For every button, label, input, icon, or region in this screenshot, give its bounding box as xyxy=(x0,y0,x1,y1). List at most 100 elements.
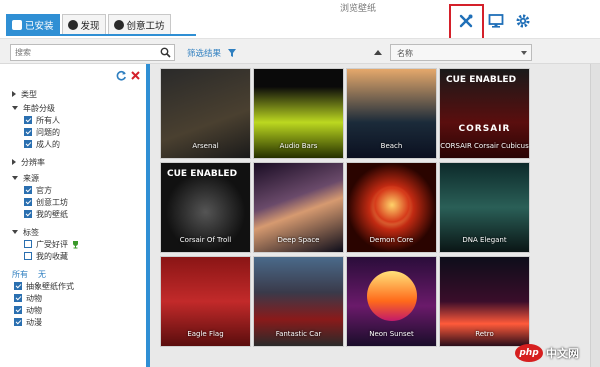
tab-discover-label: 发现 xyxy=(80,20,100,32)
checkbox[interactable] xyxy=(24,210,32,218)
checkbox[interactable] xyxy=(24,186,32,194)
caret-down-icon xyxy=(12,176,18,180)
filter-option[interactable]: 成人的 xyxy=(12,138,142,150)
filter-group-source[interactable]: 来源 xyxy=(12,172,142,184)
filter-group-label: 分辨率 xyxy=(21,157,45,167)
filter-group-age-rating[interactable]: 年龄分级 xyxy=(12,102,142,114)
wallpaper-grid: Arsenal Audio Bars Beach CUE ENABLED CORSAIR… xyxy=(160,68,530,347)
filter-option-label: 动物 xyxy=(26,293,42,303)
wallpaper-tile[interactable]: Audio Bars xyxy=(253,68,344,159)
wallpaper-tile[interactable]: Arsenal xyxy=(160,68,251,159)
grid-scrollbar[interactable] xyxy=(590,64,600,367)
tab-workshop-label: 创意工坊 xyxy=(126,20,165,32)
watermark: php 中文网 xyxy=(515,344,579,362)
filter-label: 筛选结果 xyxy=(187,49,222,59)
filter-option-label: 动漫 xyxy=(26,317,42,327)
brand-text: CORSAIR xyxy=(458,124,511,134)
checkbox[interactable] xyxy=(14,306,22,314)
tab-underline xyxy=(6,34,196,36)
checkbox[interactable] xyxy=(24,140,32,148)
sunset-graphic xyxy=(367,271,417,321)
checkbox[interactable] xyxy=(24,252,32,260)
checkbox[interactable] xyxy=(24,198,32,206)
filter-option-label: 抽象壁纸作式 xyxy=(26,281,74,291)
save-icon xyxy=(12,19,22,30)
select-all-link[interactable]: 所有 xyxy=(12,269,28,280)
filter-group-tags[interactable]: 标签 xyxy=(12,226,142,238)
filter-option[interactable]: 所有人 xyxy=(12,114,142,126)
editor-tools-button[interactable] xyxy=(456,11,476,31)
filter-option-label: 我的壁纸 xyxy=(36,209,68,219)
checkbox[interactable] xyxy=(14,318,22,326)
filter-option[interactable]: 广受好评 xyxy=(12,238,142,250)
filter-results-link[interactable]: 筛选结果 xyxy=(187,47,237,59)
filter-group-label: 类型 xyxy=(21,89,37,99)
filter-option[interactable]: 抽象壁纸作式 xyxy=(12,280,142,292)
wallpaper-tile[interactable]: CUE ENABLED CORSAIR CORSAIR Corsair Cubicu… xyxy=(439,68,530,159)
checkbox[interactable] xyxy=(14,282,22,290)
filter-group-resolution[interactable]: 分辨率 xyxy=(12,156,142,168)
sort-value: 名称 xyxy=(397,49,413,58)
filter-group-label: 标签 xyxy=(23,227,39,237)
wallpaper-tile[interactable]: CUE ENABLED Corsair Of Troll xyxy=(160,162,251,253)
wallpaper-title: Fantastic Car xyxy=(275,330,322,338)
wallpaper-tile[interactable]: Neon Sunset xyxy=(346,256,437,347)
filter-option[interactable]: 动物 xyxy=(12,292,142,304)
tab-discover[interactable]: 发现 xyxy=(61,14,106,34)
search-row: 筛选结果 名称 xyxy=(0,38,600,64)
filter-tree: 类型 年龄分级 所有人 问题的 成人的 分辨率 来源 官方 创意工坊 我的壁纸 … xyxy=(12,86,142,328)
chevron-down-icon xyxy=(521,51,527,55)
steam-icon xyxy=(113,19,124,30)
sort-select[interactable]: 名称 xyxy=(390,44,532,61)
tab-installed-label: 已安装 xyxy=(25,20,54,32)
wallpaper-title: Beach xyxy=(380,142,403,150)
filter-option[interactable]: 官方 xyxy=(12,184,142,196)
search-input[interactable] xyxy=(11,45,151,60)
search-box xyxy=(10,44,175,61)
select-none-link[interactable]: 无 xyxy=(38,269,46,280)
caret-down-icon xyxy=(12,106,18,110)
caret-right-icon xyxy=(12,159,16,165)
filter-option-label: 动物 xyxy=(26,305,42,315)
wallpaper-title: Eagle Flag xyxy=(187,330,224,338)
checkbox[interactable] xyxy=(14,294,22,302)
wallpaper-tile[interactable]: Deep Space xyxy=(253,162,344,253)
checkbox[interactable] xyxy=(24,240,32,248)
wallpaper-tile[interactable]: DNA Elegant xyxy=(439,162,530,253)
settings-button[interactable] xyxy=(513,11,533,31)
close-icon[interactable] xyxy=(130,70,141,81)
checkbox[interactable] xyxy=(24,116,32,124)
wallpaper-tile[interactable]: Eagle Flag xyxy=(160,256,251,347)
filter-option[interactable]: 问题的 xyxy=(12,126,142,138)
filter-option-label: 问题的 xyxy=(36,127,60,137)
filter-option-label: 官方 xyxy=(36,185,52,195)
wallpaper-tile[interactable]: Fantastic Car xyxy=(253,256,344,347)
filter-option-label: 创意工坊 xyxy=(36,197,68,207)
filter-group-label: 年龄分级 xyxy=(23,103,55,113)
wallpaper-tile[interactable]: Retro xyxy=(439,256,530,347)
display-button[interactable] xyxy=(486,11,506,31)
sidebar-actions xyxy=(116,70,141,81)
filter-group-type[interactable]: 类型 xyxy=(12,88,142,100)
wallpaper-tile[interactable]: Beach xyxy=(346,68,437,159)
wallpaper-title: Retro xyxy=(475,330,494,338)
filter-option[interactable]: 动物 xyxy=(12,304,142,316)
wallpaper-title: Arsenal xyxy=(192,142,219,150)
tab-installed[interactable]: 已安装 xyxy=(6,14,60,34)
filter-option[interactable]: 创意工坊 xyxy=(12,196,142,208)
refresh-icon[interactable] xyxy=(116,70,127,81)
tab-workshop[interactable]: 创意工坊 xyxy=(107,14,171,34)
filter-option[interactable]: 动漫 xyxy=(12,316,142,328)
wallpaper-title: Demon Core xyxy=(369,236,414,244)
filter-option-label: 成人的 xyxy=(36,139,60,149)
core-graphic xyxy=(372,185,412,225)
checkbox[interactable] xyxy=(24,128,32,136)
filter-option[interactable]: 我的壁纸 xyxy=(12,208,142,220)
sort-direction-toggle[interactable] xyxy=(374,50,382,55)
wallpaper-title: CORSAIR Corsair Cubicus xyxy=(440,142,529,150)
filter-option-label: 我的收藏 xyxy=(36,251,68,261)
watermark-badge: php xyxy=(515,344,543,362)
filter-option[interactable]: 我的收藏 xyxy=(12,250,142,262)
search-icon[interactable] xyxy=(160,47,171,58)
wallpaper-tile[interactable]: Demon Core xyxy=(346,162,437,253)
